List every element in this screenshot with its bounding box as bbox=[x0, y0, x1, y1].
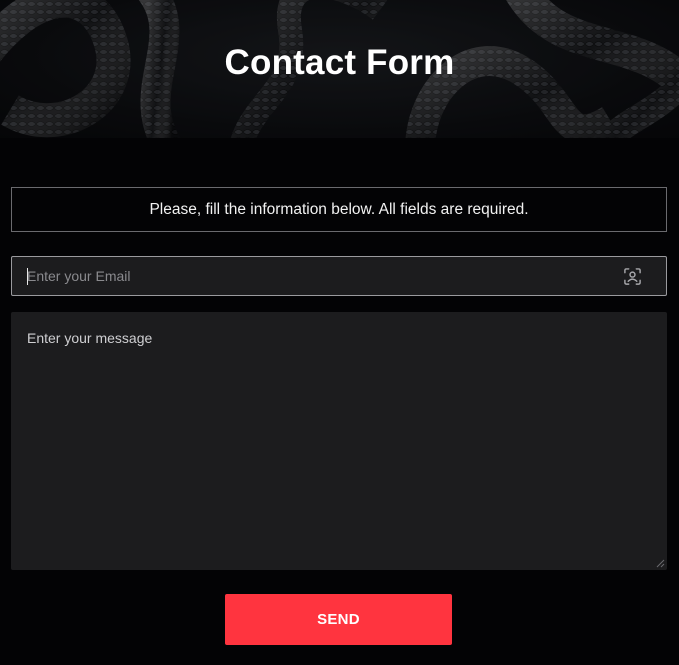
send-button[interactable]: SEND bbox=[225, 594, 452, 645]
instructions-text: Please, fill the information below. All … bbox=[149, 200, 529, 218]
message-field-container bbox=[11, 312, 667, 570]
contact-page: Contact Form Please, fill the informatio… bbox=[0, 0, 679, 665]
email-field-container bbox=[11, 256, 667, 296]
contact-card-icon[interactable] bbox=[623, 267, 642, 286]
page-title: Contact Form bbox=[224, 43, 455, 82]
hero-banner: Contact Form bbox=[0, 0, 679, 138]
resize-handle-icon[interactable] bbox=[656, 559, 665, 568]
email-input[interactable] bbox=[12, 257, 666, 295]
message-textarea[interactable] bbox=[11, 312, 667, 570]
text-caret bbox=[27, 268, 28, 285]
instructions-box: Please, fill the information below. All … bbox=[11, 187, 667, 232]
